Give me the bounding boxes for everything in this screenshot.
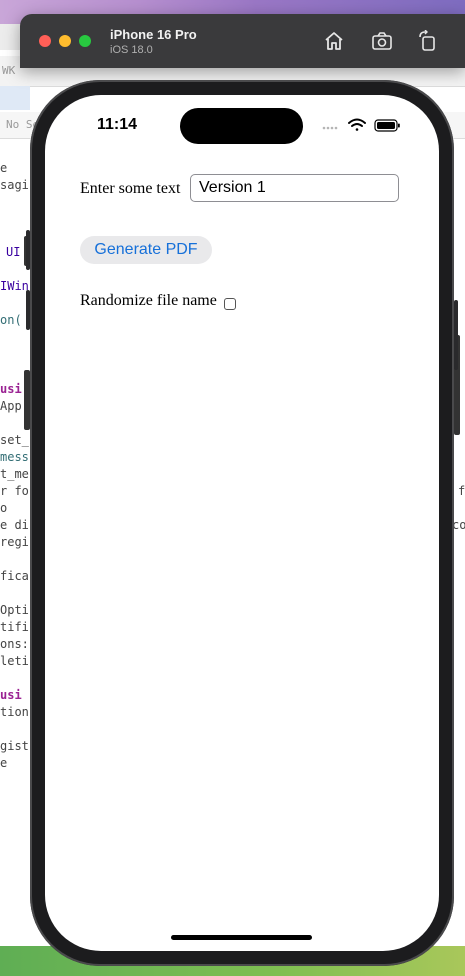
randomize-checkbox[interactable] [224,298,236,310]
editor-code-fragment: sagi [0,178,29,192]
rotate-icon[interactable] [417,30,439,52]
editor-code-fragment: fica [0,569,29,583]
editor-code-fragment: ons: [0,637,29,651]
editor-code-fragment: usi [0,382,22,396]
editor-code-fragment: r fo [0,484,29,498]
editor-top-fragment: WK [2,64,16,77]
editor-code-fragment: o [0,501,8,515]
status-bar-icons [322,118,400,132]
editor-code-fragment: Opti [0,603,29,617]
editor-code-fragment: t_me [0,467,29,481]
editor-code-fragment: on( [0,313,22,327]
simulator-window-header: iPhone 16 Pro iOS 18.0 [20,14,465,68]
status-bar-time: 11:14 [97,116,138,133]
editor-code-fragment: tion [0,705,29,719]
side-button [454,300,458,370]
iphone-screen: 11:14 Enter some text Version 1 Generate… [45,95,439,951]
generate-pdf-button[interactable]: Generate PDF [80,236,212,264]
zoom-window-button[interactable] [79,35,91,47]
simulator-device-name: iPhone 16 Pro [110,27,197,42]
text-field-label: Enter some text [80,180,181,197]
text-input[interactable]: Version 1 [190,174,399,202]
editor-code-fragment: tifi [0,620,29,634]
editor-code-fragment: IWin [0,279,29,293]
editor-code-fragment: usi [0,688,22,702]
editor-code-fragment: gist [0,739,29,753]
cellular-signal-icon [322,126,338,130]
editor-code-fragment: f [458,484,465,498]
editor-code-fragment: e [0,161,8,175]
editor-code-fragment: mess [0,450,29,464]
home-indicator [171,935,312,940]
editor-code-fragment: regi [0,535,29,549]
battery-icon [374,119,400,132]
editor-code-fragment: e [0,756,8,770]
editor-code-fragment: UI [6,245,21,259]
editor-code-fragment: e di [0,518,29,532]
volume-down-button [26,290,30,330]
editor-selection-highlight [0,86,30,110]
editor-code-fragment: App [0,399,22,413]
volume-up-button [26,230,30,270]
editor-code-fragment: set_ [0,433,29,447]
close-window-button[interactable] [39,35,51,47]
editor-code-fragment: leti [0,654,29,668]
wifi-icon [348,118,366,131]
dynamic-island [180,108,303,144]
simulator-os-version: iOS 18.0 [110,44,153,56]
randomize-label: Randomize file name [80,292,217,309]
minimize-window-button[interactable] [59,35,71,47]
home-icon[interactable] [323,30,345,52]
screenshot-icon[interactable] [371,30,393,52]
